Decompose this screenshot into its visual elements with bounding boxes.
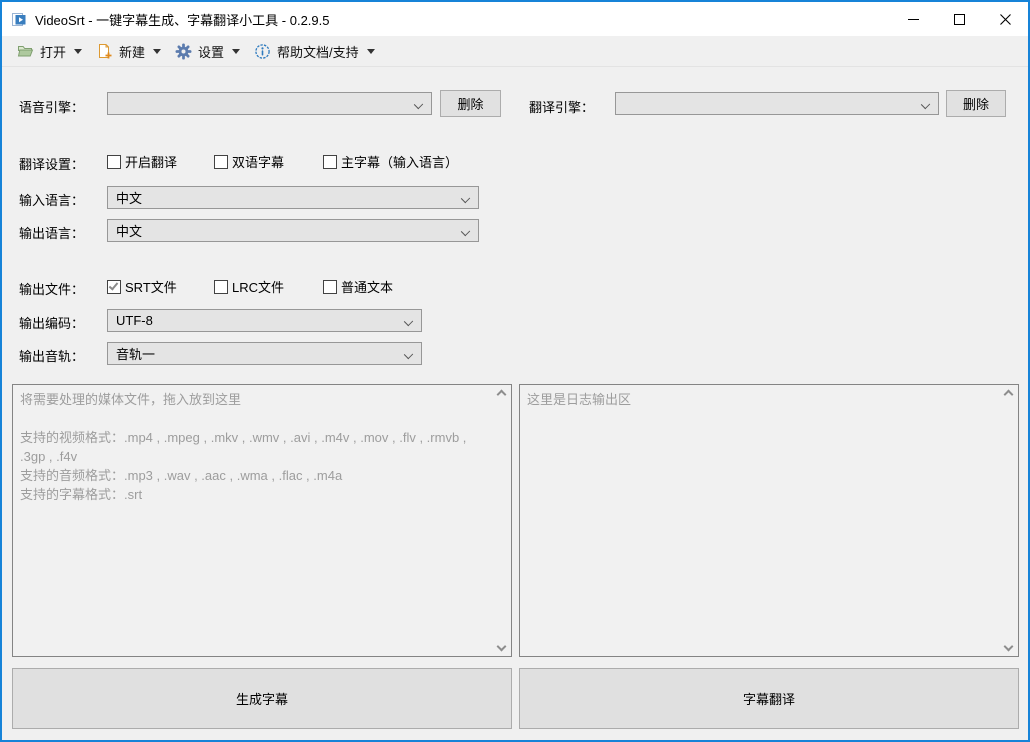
chevron-down-icon	[461, 194, 470, 203]
translate-engine-label: 翻译引擎：	[529, 97, 594, 116]
log-output-area[interactable]: 这里是日志输出区	[519, 384, 1019, 657]
toolbar-open-label: 打开	[40, 42, 66, 61]
output-language-label: 输出语言：	[19, 223, 84, 242]
input-language-value: 中文	[116, 188, 142, 207]
chevron-down-icon	[1004, 642, 1014, 652]
checkbox-lrc-file[interactable]: LRC文件	[214, 277, 284, 296]
output-file-label: 输出文件：	[19, 279, 84, 298]
gear-icon	[175, 43, 192, 60]
scroll-down-button[interactable]	[1000, 638, 1017, 655]
checkbox-enable-translate[interactable]: 开启翻译	[107, 152, 177, 171]
scroll-down-button[interactable]	[493, 638, 510, 655]
chevron-down-icon	[232, 49, 240, 54]
checkbox-icon	[214, 280, 228, 294]
output-language-select[interactable]: 中文	[107, 219, 479, 242]
translate-engine-select[interactable]	[615, 92, 939, 115]
toolbar-settings-button[interactable]: 设置	[168, 38, 247, 64]
output-encoding-label: 输出编码：	[19, 313, 84, 332]
checkbox-main-subtitle[interactable]: 主字幕（输入语言）	[323, 152, 458, 171]
speech-engine-delete-button[interactable]: 删除	[440, 90, 501, 117]
chevron-up-icon	[1004, 390, 1014, 400]
scroll-up-button[interactable]	[493, 386, 510, 403]
maximize-icon	[954, 14, 965, 25]
maximize-button[interactable]	[936, 2, 982, 36]
chevron-down-icon	[367, 49, 375, 54]
toolbar-open-button[interactable]: 打开	[10, 38, 89, 64]
chevron-down-icon	[414, 100, 423, 109]
checkbox-icon	[214, 155, 228, 169]
app-window: VideoSrt - 一键字幕生成、字幕翻译小工具 - 0.2.9.5 打开	[0, 0, 1030, 742]
window-title: VideoSrt - 一键字幕生成、字幕翻译小工具 - 0.2.9.5	[35, 10, 330, 29]
checkbox-label: 双语字幕	[232, 152, 284, 171]
titlebar: VideoSrt - 一键字幕生成、字幕翻译小工具 - 0.2.9.5	[2, 2, 1028, 36]
window-controls	[890, 2, 1028, 36]
chevron-up-icon	[497, 390, 507, 400]
checkbox-icon	[323, 155, 337, 169]
info-icon	[254, 43, 271, 60]
minimize-button[interactable]	[890, 2, 936, 36]
checkbox-plain-text[interactable]: 普通文本	[323, 277, 393, 296]
checkbox-label: SRT文件	[125, 277, 177, 296]
translate-subtitle-button[interactable]: 字幕翻译	[519, 668, 1019, 729]
checkbox-label: LRC文件	[232, 277, 284, 296]
new-file-icon	[96, 43, 113, 60]
media-drop-scrollbar[interactable]	[493, 386, 510, 655]
checkbox-label: 主字幕（输入语言）	[341, 152, 458, 171]
translate-settings-label: 翻译设置：	[19, 154, 84, 173]
checkbox-icon	[107, 280, 121, 294]
folder-open-icon	[17, 43, 34, 60]
output-encoding-value: UTF-8	[116, 313, 153, 328]
chevron-down-icon	[404, 350, 413, 359]
chevron-down-icon	[153, 49, 161, 54]
close-button[interactable]	[982, 2, 1028, 36]
output-track-select[interactable]: 音轨一	[107, 342, 422, 365]
toolbar-help-label: 帮助文档/支持	[277, 42, 359, 61]
chevron-down-icon	[461, 227, 470, 236]
checkbox-icon	[107, 155, 121, 169]
media-drop-placeholder: 将需要处理的媒体文件，拖入放到这里 支持的视频格式：.mp4 , .mpeg ,…	[20, 390, 485, 504]
media-drop-area[interactable]: 将需要处理的媒体文件，拖入放到这里 支持的视频格式：.mp4 , .mpeg ,…	[12, 384, 512, 657]
checkbox-srt-file[interactable]: SRT文件	[107, 277, 177, 296]
toolbar-help-button[interactable]: 帮助文档/支持	[247, 38, 382, 64]
output-encoding-select[interactable]: UTF-8	[107, 309, 422, 332]
input-language-label: 输入语言：	[19, 190, 84, 209]
close-icon	[1000, 14, 1011, 25]
checkbox-label: 普通文本	[341, 277, 393, 296]
app-icon	[11, 11, 28, 28]
output-language-value: 中文	[116, 221, 142, 240]
chevron-down-icon	[497, 642, 507, 652]
input-language-select[interactable]: 中文	[107, 186, 479, 209]
speech-engine-select[interactable]	[107, 92, 432, 115]
speech-engine-label: 语音引擎：	[19, 97, 84, 116]
output-track-label: 输出音轨：	[19, 346, 84, 365]
log-output-placeholder: 这里是日志输出区	[527, 390, 992, 409]
chevron-down-icon	[404, 317, 413, 326]
generate-subtitle-button[interactable]: 生成字幕	[12, 668, 512, 729]
translate-engine-delete-button[interactable]: 删除	[946, 90, 1006, 117]
toolbar-settings-label: 设置	[198, 42, 224, 61]
log-scrollbar[interactable]	[1000, 386, 1017, 655]
checkbox-label: 开启翻译	[125, 152, 177, 171]
output-track-value: 音轨一	[116, 344, 155, 363]
toolbar-new-label: 新建	[119, 42, 145, 61]
toolbar: 打开 新建	[2, 36, 1028, 67]
toolbar-new-button[interactable]: 新建	[89, 38, 168, 64]
scroll-up-button[interactable]	[1000, 386, 1017, 403]
checkbox-bilingual-subtitle[interactable]: 双语字幕	[214, 152, 284, 171]
minimize-icon	[908, 14, 919, 25]
chevron-down-icon	[921, 100, 930, 109]
chevron-down-icon	[74, 49, 82, 54]
checkbox-icon	[323, 280, 337, 294]
